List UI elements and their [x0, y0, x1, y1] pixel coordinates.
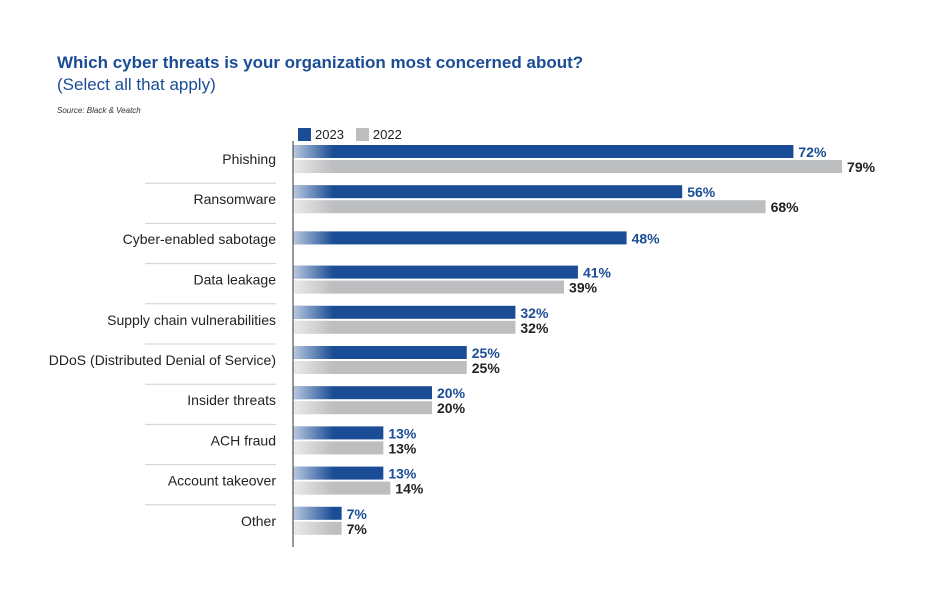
value-label-2023: 41%	[583, 265, 612, 281]
bar-fade-2023	[293, 305, 333, 319]
category-label: DDoS (Distributed Denial of Service)	[49, 352, 276, 368]
bar-fade-2023	[293, 145, 333, 158]
bar-fade-2023	[293, 185, 333, 199]
bar-fade-2022	[293, 441, 333, 455]
category-label: Cyber-enabled sabotage	[123, 231, 277, 247]
bar-fade-2023	[293, 426, 333, 440]
bar-2023	[293, 265, 578, 279]
category-label: Other	[241, 513, 276, 529]
bar-fade-2023	[293, 231, 333, 245]
bar-fade-2023	[293, 265, 333, 279]
value-label-2023: 13%	[388, 425, 417, 441]
category-label: Account takeover	[168, 473, 277, 489]
value-label-2023: 56%	[687, 184, 716, 200]
bar-2022	[293, 280, 565, 294]
bar-fade-2022	[293, 521, 333, 535]
value-label-2022: 25%	[472, 360, 501, 376]
bar-chart: Phishing 72% 79% Ransomware 56% 68% Cyber-enab…	[49, 141, 876, 547]
value-label-2022: 79%	[847, 159, 876, 175]
value-label-2023: 25%	[472, 345, 501, 361]
category-label: Ransomware	[194, 191, 277, 207]
value-label-2023: 13%	[388, 466, 417, 482]
bar-2022	[293, 200, 766, 214]
value-label-2022: 68%	[771, 199, 800, 215]
value-label-2023: 48%	[632, 230, 661, 246]
bar-fade-2022	[293, 280, 333, 294]
bar-2023	[293, 185, 683, 199]
category-label: Phishing	[222, 151, 276, 167]
bar-fade-2022	[293, 200, 333, 214]
bar-fade-2023	[293, 466, 333, 480]
bar-fade-2023	[293, 506, 333, 520]
category-label: Supply chain vulnerabilities	[107, 312, 276, 328]
value-label-2023: 72%	[798, 144, 827, 160]
bar-fade-2022	[293, 361, 333, 374]
bar-fade-2022	[293, 320, 333, 334]
bar-fade-2023	[293, 346, 333, 359]
value-label-2023: 20%	[437, 385, 466, 401]
value-label-2023: 32%	[520, 305, 549, 321]
value-label-2022: 7%	[347, 521, 368, 537]
value-label-2022: 20%	[437, 400, 466, 416]
bar-fade-2022	[293, 160, 333, 173]
bar-2022	[293, 160, 843, 173]
bar-fade-2022	[293, 401, 333, 415]
bar-2023	[293, 145, 794, 158]
bar-fade-2023	[293, 386, 333, 400]
category-label: Insider threats	[187, 392, 276, 408]
value-label-2022: 14%	[395, 481, 424, 497]
value-label-2023: 7%	[347, 506, 368, 522]
category-label: ACH fraud	[211, 432, 276, 448]
value-label-2022: 13%	[388, 440, 417, 456]
value-label-2022: 32%	[520, 320, 549, 336]
bar-fade-2022	[293, 481, 333, 495]
value-label-2022: 39%	[569, 280, 598, 296]
category-label: Data leakage	[193, 272, 276, 288]
bar-2023	[293, 231, 627, 245]
